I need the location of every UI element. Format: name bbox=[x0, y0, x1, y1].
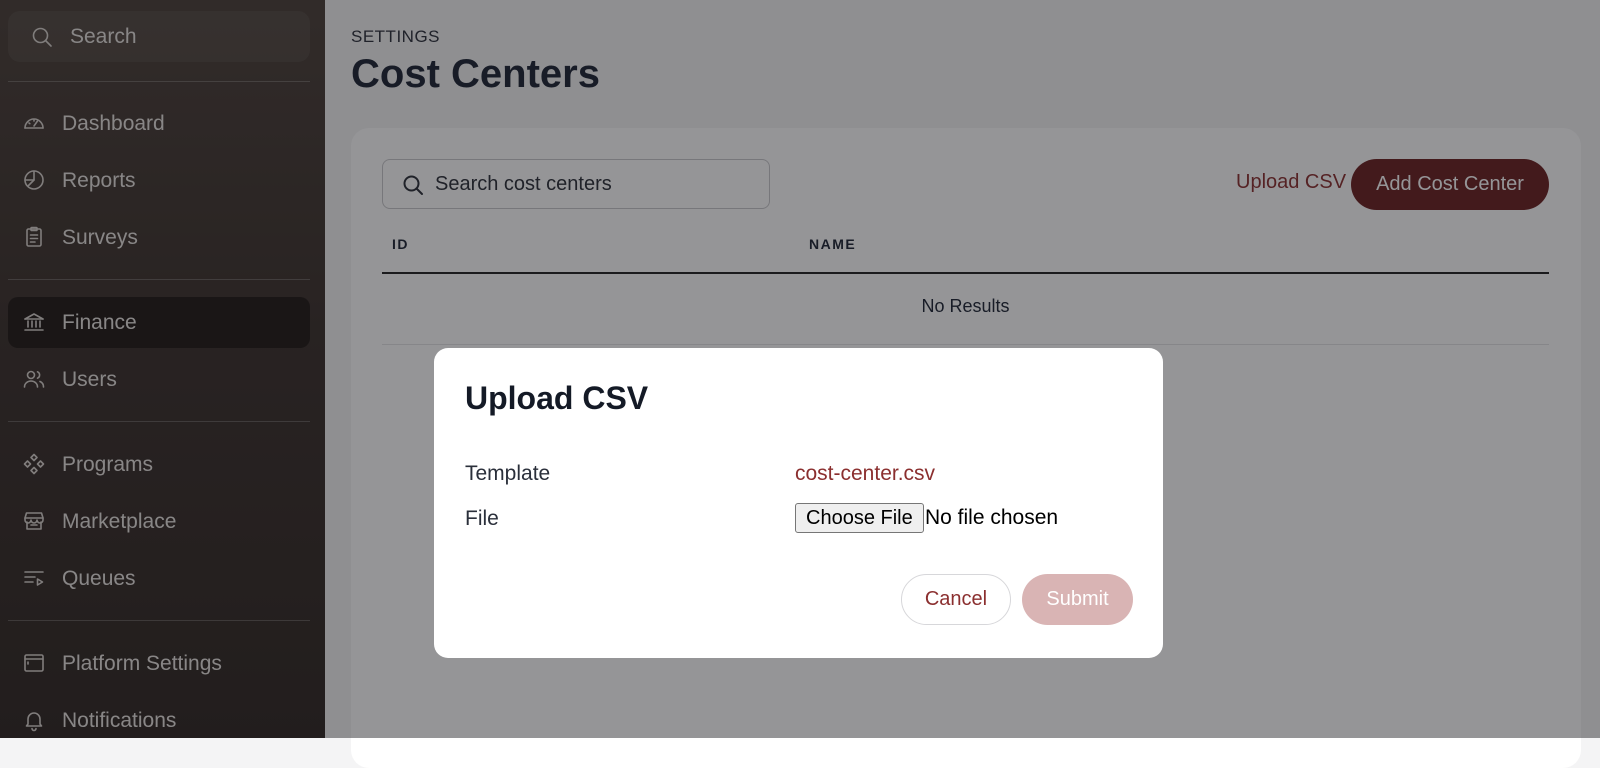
choose-file-button[interactable]: Choose File bbox=[795, 503, 924, 533]
template-download-link[interactable]: cost-center.csv bbox=[795, 462, 935, 486]
file-status-text: No file chosen bbox=[925, 506, 1059, 529]
cancel-button[interactable]: Cancel bbox=[901, 574, 1011, 625]
submit-button[interactable]: Submit bbox=[1022, 574, 1133, 625]
template-label: Template bbox=[465, 462, 551, 485]
file-label: File bbox=[465, 507, 499, 530]
dialog-title: Upload CSV bbox=[465, 380, 649, 416]
upload-csv-dialog: Upload CSV Template cost-center.csv File… bbox=[434, 348, 1163, 658]
